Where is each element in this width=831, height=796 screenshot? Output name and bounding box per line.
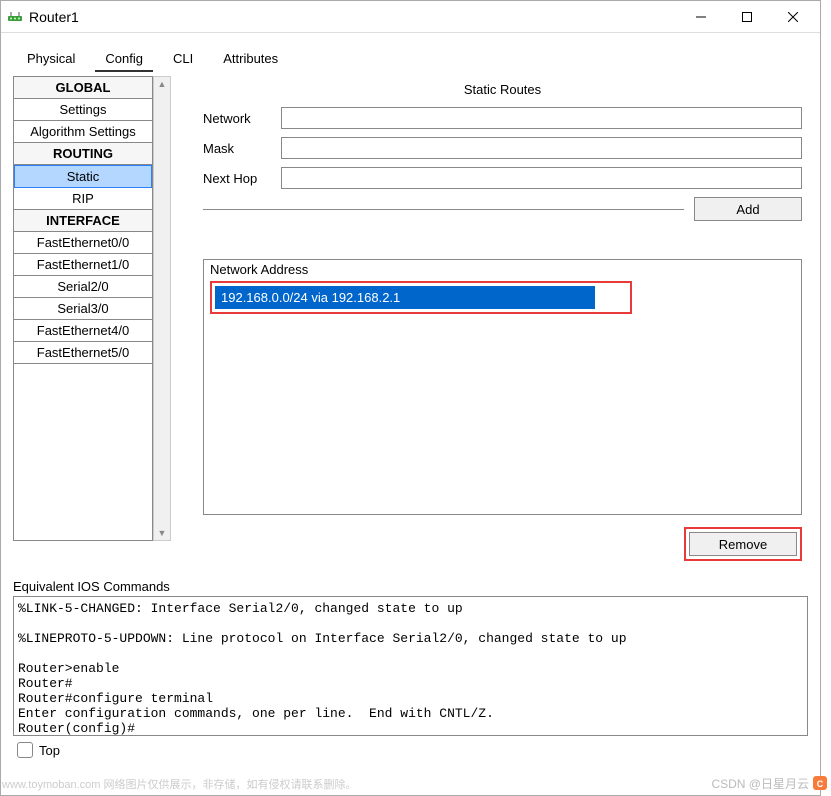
sidebar-item-se20[interactable]: Serial2/0: [14, 276, 152, 298]
sidebar-item-fa40[interactable]: FastEthernet4/0: [14, 320, 152, 342]
panel-title: Static Routes: [203, 82, 802, 97]
config-sidebar: GLOBAL Settings Algorithm Settings ROUTI…: [13, 76, 153, 541]
nexthop-input[interactable]: [281, 167, 802, 189]
mask-input[interactable]: [281, 137, 802, 159]
remove-highlight: Remove: [684, 527, 802, 561]
watermark-right: CSDN @日星月云 C: [711, 774, 829, 792]
minimize-button[interactable]: [678, 2, 724, 32]
route-list: Network Address 192.168.0.0/24 via 192.1…: [203, 259, 802, 515]
route-entry-highlight: 192.168.0.0/24 via 192.168.2.1: [210, 281, 632, 314]
tab-bar: Physical Config CLI Attributes: [13, 47, 808, 72]
scroll-down-icon[interactable]: ▼: [158, 528, 167, 538]
route-entry[interactable]: 192.168.0.0/24 via 192.168.2.1: [215, 286, 595, 309]
sidebar-item-rip[interactable]: RIP: [14, 188, 152, 210]
top-label: Top: [39, 743, 60, 758]
sidebar-header-routing: ROUTING: [14, 143, 152, 165]
route-entry-spacer: [597, 286, 627, 309]
sidebar-header-interface: INTERFACE: [14, 210, 152, 232]
ios-output[interactable]: %LINK-5-CHANGED: Interface Serial2/0, ch…: [13, 596, 808, 736]
maximize-button[interactable]: [724, 2, 770, 32]
remove-button[interactable]: Remove: [689, 532, 797, 556]
sidebar-item-settings[interactable]: Settings: [14, 99, 152, 121]
titlebar: Router1: [1, 1, 820, 33]
window-controls: [678, 2, 816, 32]
window-title: Router1: [29, 9, 79, 25]
tab-cli[interactable]: CLI: [163, 47, 203, 72]
sidebar-header-global: GLOBAL: [14, 77, 152, 99]
tab-physical[interactable]: Physical: [17, 47, 85, 72]
sidebar-item-fa10[interactable]: FastEthernet1/0: [14, 254, 152, 276]
route-list-header: Network Address: [210, 262, 795, 277]
router-icon: [7, 9, 23, 25]
add-button[interactable]: Add: [694, 197, 802, 221]
divider: [203, 209, 684, 210]
watermark-text: CSDN @日星月云: [711, 775, 809, 792]
sidebar-item-fa50[interactable]: FastEthernet5/0: [14, 342, 152, 364]
csdn-icon: C: [811, 774, 829, 792]
sidebar-item-se30[interactable]: Serial3/0: [14, 298, 152, 320]
ios-commands-label: Equivalent IOS Commands: [13, 579, 808, 594]
watermark-left: www.toymoban.com 网络图片仅供展示，非存储，如有侵权请联系删除。: [2, 776, 356, 792]
network-label: Network: [203, 111, 273, 126]
tab-attributes[interactable]: Attributes: [213, 47, 288, 72]
top-checkbox[interactable]: [17, 742, 33, 758]
mask-label: Mask: [203, 141, 273, 156]
scroll-up-icon[interactable]: ▲: [158, 79, 167, 89]
sidebar-item-algorithm-settings[interactable]: Algorithm Settings: [14, 121, 152, 143]
sidebar-item-static[interactable]: Static: [14, 165, 152, 188]
svg-text:C: C: [817, 779, 824, 789]
sidebar-scrollbar[interactable]: ▲ ▼: [153, 76, 171, 541]
network-input[interactable]: [281, 107, 802, 129]
close-button[interactable]: [770, 2, 816, 32]
nexthop-label: Next Hop: [203, 171, 273, 186]
sidebar-item-fa00[interactable]: FastEthernet0/0: [14, 232, 152, 254]
tab-config[interactable]: Config: [95, 47, 153, 72]
